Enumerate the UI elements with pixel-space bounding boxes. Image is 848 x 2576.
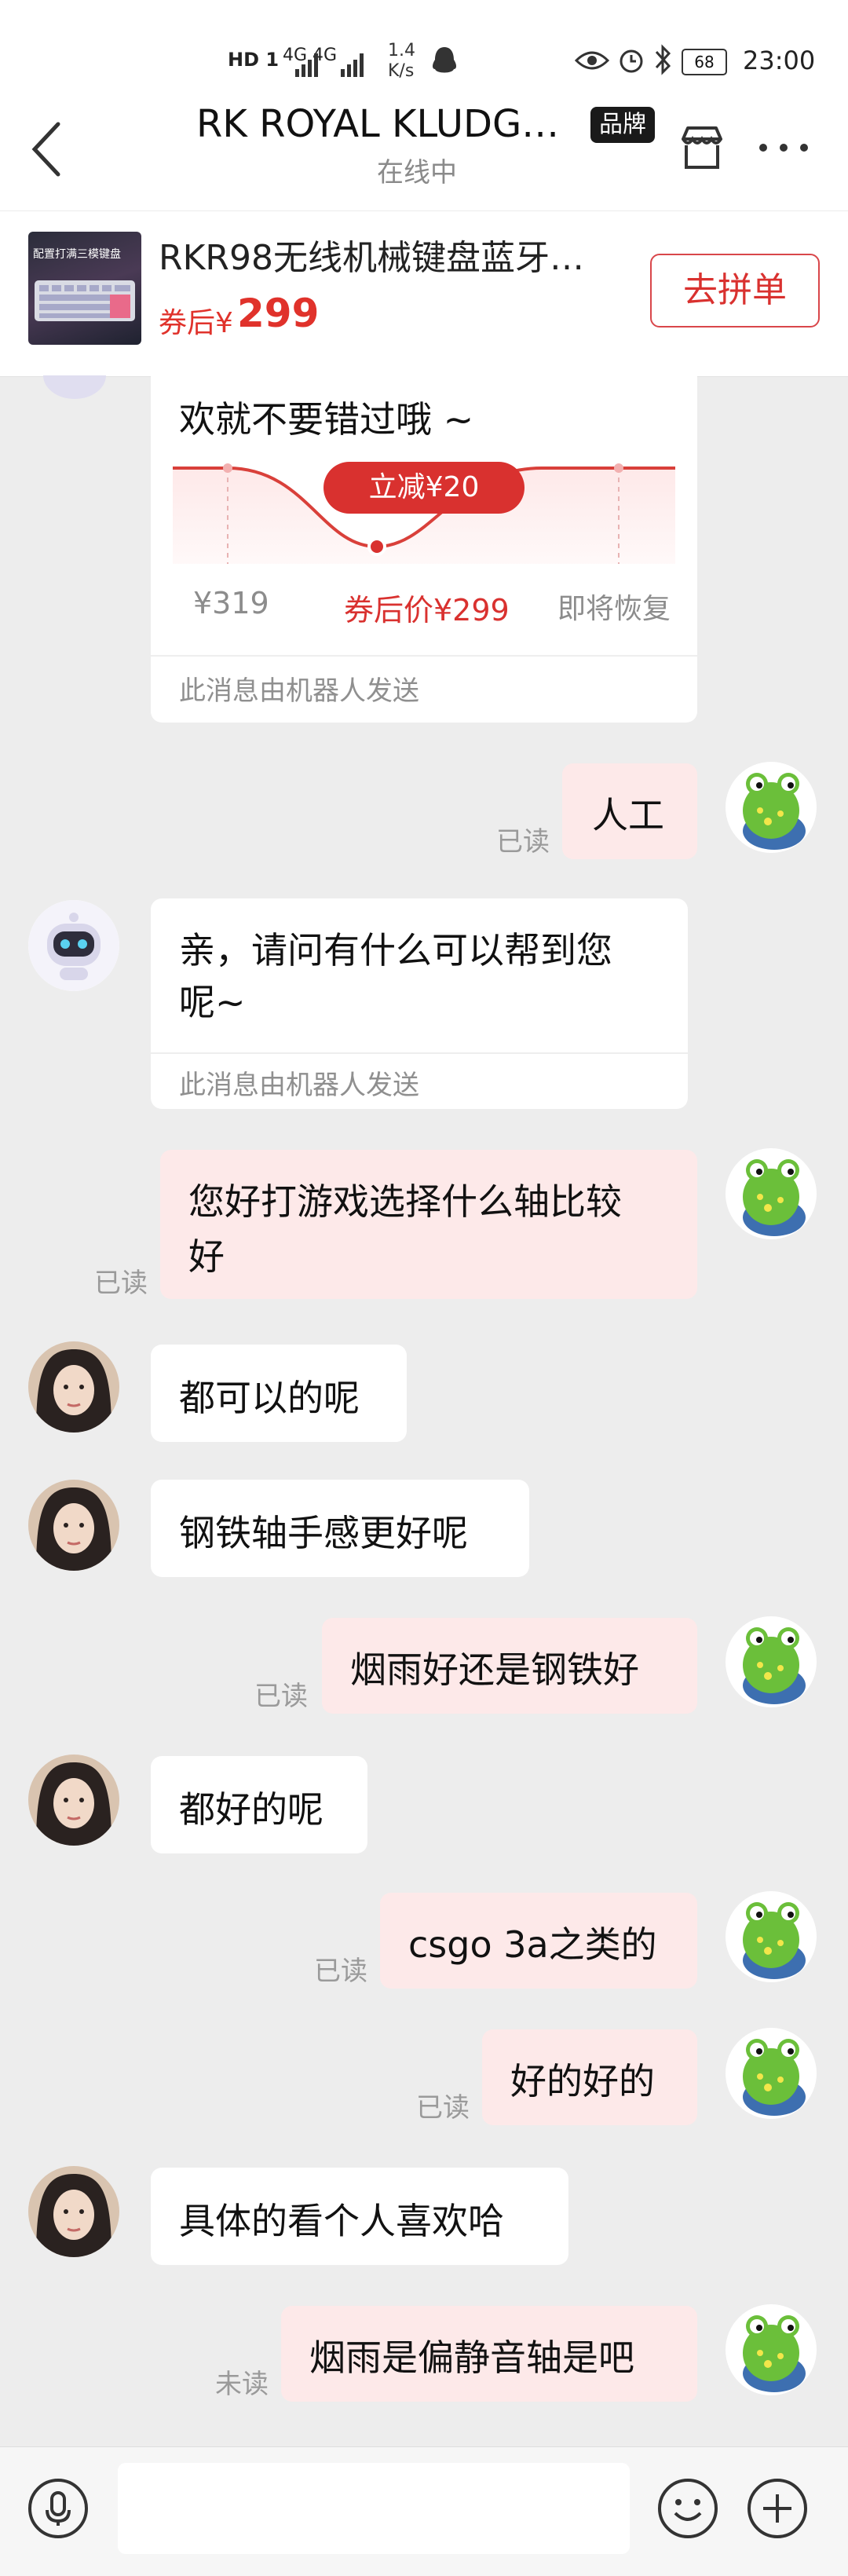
coupon-card-text: 欢就不要错过哦 ~ xyxy=(179,398,474,441)
clock: 23:00 xyxy=(743,46,816,75)
back-arrow-icon[interactable] xyxy=(24,118,71,181)
message-bubble-agent[interactable]: 都好的呢 xyxy=(151,1756,367,1853)
message-text-line1: 亲，请问有什么可以帮到您 xyxy=(179,929,612,971)
message-bubble-self[interactable]: 您好打游戏选择什么轴比较 好 xyxy=(160,1150,697,1299)
user-avatar[interactable] xyxy=(726,1891,817,1982)
message-bubble-self[interactable]: 烟雨是偏静音轴是吧 xyxy=(281,2306,697,2402)
eye-icon xyxy=(575,51,609,70)
read-status: 已读 xyxy=(94,1268,148,1299)
agent-avatar[interactable] xyxy=(28,1480,119,1571)
plus-icon[interactable] xyxy=(746,2477,809,2540)
message-text: 都好的呢 xyxy=(179,1788,323,1831)
product-title[interactable]: RKR98无线机械键盘蓝牙… xyxy=(159,229,598,280)
message-text: 钢铁轴手感更好呢 xyxy=(179,1512,468,1554)
read-status: 已读 xyxy=(254,1681,308,1712)
message-input[interactable] xyxy=(118,2463,630,2554)
qq-icon xyxy=(433,47,456,73)
message-text: 具体的看个人喜欢哈 xyxy=(179,2200,504,2242)
shop-title[interactable]: RK ROYAL KLUDG… xyxy=(196,102,573,146)
divider xyxy=(151,655,697,657)
restore-label: 即将恢复 xyxy=(557,593,671,625)
message-text: csgo 3a之类的 xyxy=(408,1923,657,1966)
user-avatar[interactable] xyxy=(726,2304,817,2395)
robot-note: 此消息由机器人发送 xyxy=(179,675,419,707)
user-avatar[interactable] xyxy=(726,2028,817,2119)
battery-icon: 68 xyxy=(682,49,727,75)
robot-avatar xyxy=(28,900,119,991)
keyboard-image-icon xyxy=(35,280,135,321)
status-bar: HD 1 4G 4G 1.4 K/s 68 23:00 xyxy=(0,0,848,94)
user-avatar[interactable] xyxy=(726,1616,817,1707)
more-icon[interactable] xyxy=(752,132,815,163)
divider xyxy=(151,1052,688,1054)
message-text: 好的好的 xyxy=(510,2060,655,2102)
emoji-icon[interactable] xyxy=(656,2477,719,2540)
after-coupon-price: 券后价¥299 xyxy=(344,593,510,628)
robot-note: 此消息由机器人发送 xyxy=(179,1070,419,1101)
net-speed: 1.4 K/s xyxy=(388,41,415,81)
brand-badge: 品牌 xyxy=(590,107,655,143)
message-text: 烟雨是偏静音轴是吧 xyxy=(309,2336,634,2379)
message-text: 都可以的呢 xyxy=(179,1377,360,1419)
agent-avatar[interactable] xyxy=(28,1755,119,1846)
read-status: 已读 xyxy=(314,1956,367,1987)
agent-avatar[interactable] xyxy=(28,2166,119,2257)
alarm-icon xyxy=(620,49,643,73)
battery-level: 68 xyxy=(694,53,715,71)
product-thumbnail[interactable]: 配置打满三模键盘 xyxy=(28,232,141,345)
price-prefix: 券后¥ xyxy=(159,307,233,339)
read-status: 未读 xyxy=(215,2369,269,2400)
message-text-line2: 呢~ xyxy=(179,981,246,1023)
message-bubble-self[interactable]: 好的好的 xyxy=(482,2029,697,2125)
message-bubble-agent[interactable]: 具体的看个人喜欢哈 xyxy=(151,2168,568,2265)
message-bubble-bot[interactable]: 亲，请问有什么可以帮到您 呢~ 此消息由机器人发送 xyxy=(151,898,688,1109)
reduce-label: 立减¥20 xyxy=(368,471,480,503)
hd-indicator: HD 1 xyxy=(228,49,280,71)
store-icon[interactable] xyxy=(677,122,727,172)
signal-icon xyxy=(295,53,364,77)
message-bubble-agent[interactable]: 钢铁轴手感更好呢 xyxy=(151,1480,529,1577)
microphone-icon[interactable] xyxy=(27,2477,90,2540)
message-bubble-self[interactable]: 烟雨好还是钢铁好 xyxy=(322,1618,697,1714)
reduce-tag: 立减¥20 xyxy=(323,462,525,514)
user-avatar[interactable] xyxy=(726,1148,817,1239)
group-buy-button[interactable]: 去拼单 xyxy=(650,254,820,327)
bluetooth-icon xyxy=(655,44,671,75)
message-text-line2: 好 xyxy=(188,1235,225,1278)
coupon-card: 欢就不要错过哦 ~ 立减¥20 ¥319 券后价¥299 即将恢复 此消息由机器… xyxy=(151,375,697,723)
robot-avatar-partial xyxy=(43,375,106,399)
original-price: ¥319 xyxy=(193,586,269,620)
read-status: 已读 xyxy=(496,826,550,858)
message-bubble-agent[interactable]: 都可以的呢 xyxy=(151,1345,407,1442)
online-status: 在线中 xyxy=(377,157,457,188)
message-text: 烟雨好还是钢铁好 xyxy=(350,1648,639,1691)
message-bubble-self[interactable]: 人工 xyxy=(562,763,697,859)
agent-avatar[interactable] xyxy=(28,1341,119,1433)
thumbnail-caption: 配置打满三模键盘 xyxy=(33,248,121,261)
message-bubble-self[interactable]: csgo 3a之类的 xyxy=(380,1893,697,1989)
read-status: 已读 xyxy=(416,2092,470,2124)
user-avatar[interactable] xyxy=(726,762,817,853)
message-text: 人工 xyxy=(592,794,664,836)
message-text-line1: 您好打游戏选择什么轴比较 xyxy=(188,1180,622,1223)
product-price: 299 xyxy=(237,291,320,336)
